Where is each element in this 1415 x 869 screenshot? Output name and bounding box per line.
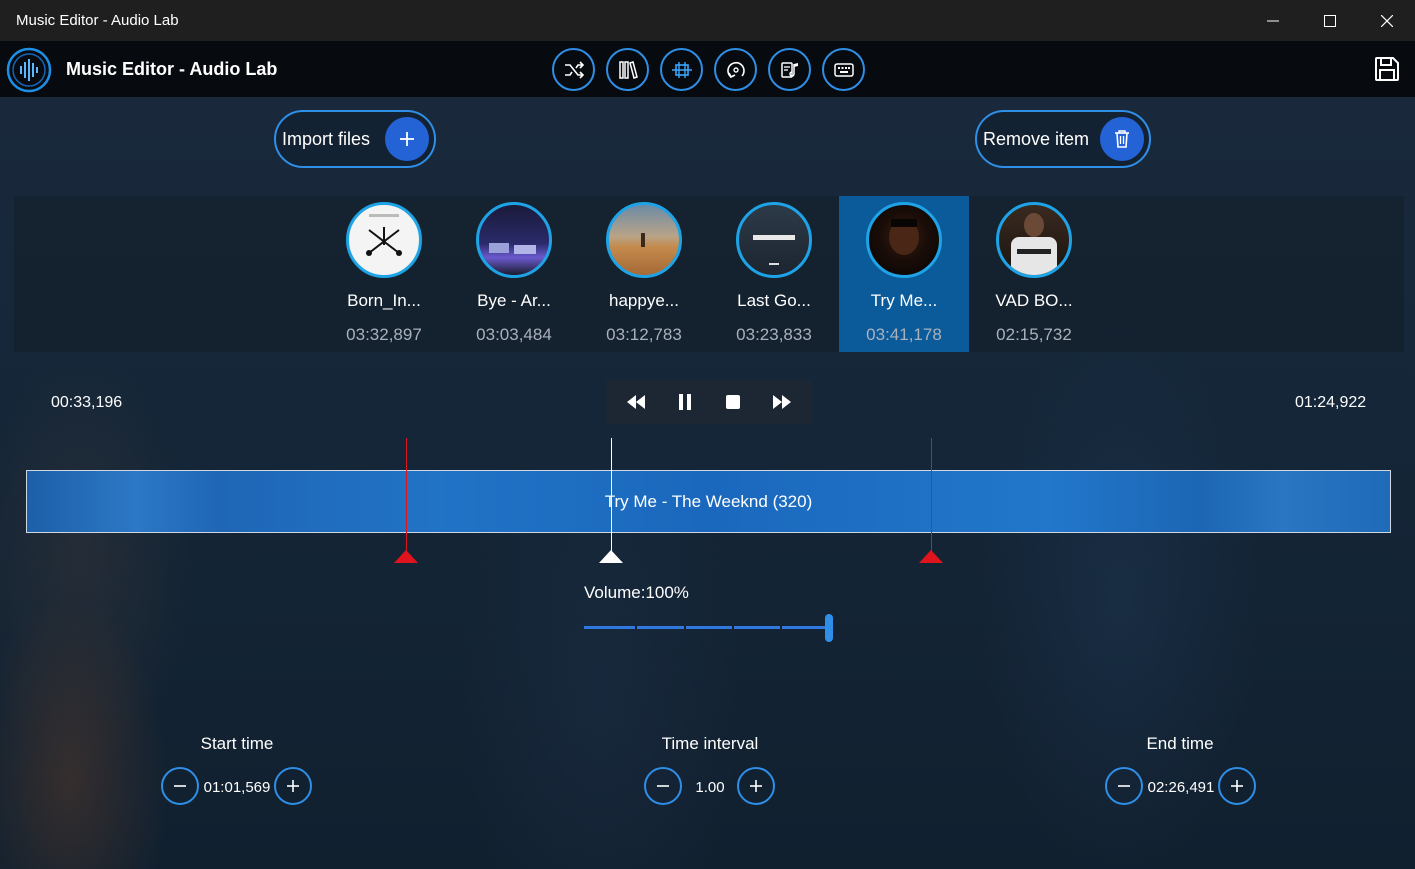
album-cover (996, 202, 1072, 278)
start-marker-line (406, 438, 407, 558)
track-item[interactable]: VAD BO... 02:15,732 (969, 196, 1099, 352)
remaining-time: 01:24,922 (1295, 394, 1367, 411)
minus-icon (174, 785, 186, 787)
start-time-title: Start time (200, 734, 274, 753)
shuffle-button[interactable] (552, 48, 595, 91)
track-duration: 03:23,833 (736, 325, 812, 344)
minimize-button[interactable] (1244, 0, 1301, 41)
track-duration: 03:12,783 (606, 325, 682, 344)
pause-button[interactable] (670, 387, 700, 417)
library-icon (618, 60, 638, 79)
pause-icon (678, 394, 691, 410)
remove-item-button[interactable]: Remove item (975, 110, 1151, 168)
track-item[interactable]: happye... 03:12,783 (579, 196, 709, 352)
import-files-label: Import files (282, 128, 371, 149)
track-name: Born_In... (347, 291, 421, 310)
end-time-value: 02:26,491 (1147, 779, 1215, 796)
track-item[interactable]: Try Me... 03:41,178 (839, 196, 969, 352)
track-duration: 03:03,484 (476, 325, 552, 344)
track-list: Born_In... 03:32,897 Bye - Ar... 03:03,4… (14, 196, 1404, 352)
track-name: Last Go... (737, 291, 811, 310)
start-time-increment-button[interactable] (274, 767, 312, 805)
track-name: VAD BO... (995, 291, 1073, 310)
app-title: Music Editor - Audio Lab (66, 59, 278, 79)
volume-tick (635, 626, 637, 629)
volume-tick (732, 626, 734, 629)
rewind-button[interactable] (621, 387, 651, 417)
maximize-icon (1323, 14, 1336, 27)
trash-icon (1100, 117, 1144, 161)
close-button[interactable] (1358, 0, 1415, 41)
end-time-title: End time (1146, 734, 1214, 753)
track-name: happye... (609, 291, 679, 310)
music-note-button[interactable] (768, 48, 811, 91)
save-icon[interactable] (1373, 55, 1401, 83)
plus-icon (1231, 780, 1243, 792)
music-note-icon (780, 61, 798, 78)
track-item[interactable]: Born_In... 03:32,897 (319, 196, 449, 352)
track-duration: 03:41,178 (866, 325, 942, 344)
album-cover (476, 202, 552, 278)
track-name: Try Me... (870, 291, 938, 310)
transport-controls (606, 380, 812, 424)
fast-forward-button[interactable] (767, 387, 797, 417)
keyboard-button[interactable] (822, 48, 865, 91)
window-titlebar: Music Editor - Audio Lab (0, 0, 1415, 41)
volume-label: Volume:100% (584, 583, 689, 602)
plus-icon (385, 117, 429, 161)
track-duration: 03:32,897 (346, 325, 422, 344)
remove-item-label: Remove item (983, 128, 1090, 149)
track-item[interactable]: Last Go... 03:23,833 (709, 196, 839, 352)
album-cover (606, 202, 682, 278)
track-name: Bye - Ar... (477, 291, 551, 310)
end-marker-handle[interactable] (919, 550, 943, 563)
app-header: Music Editor - Audio Lab (0, 41, 1415, 97)
trim-icon (671, 61, 692, 78)
time-interval-title: Time interval (661, 734, 759, 753)
volume-slider[interactable] (584, 626, 828, 629)
track-duration: 02:15,732 (996, 325, 1072, 344)
stop-button[interactable] (718, 387, 748, 417)
rotate-icon (726, 61, 745, 78)
app-logo-icon (6, 47, 52, 93)
plus-icon (287, 780, 299, 792)
stop-icon (726, 395, 741, 409)
window-title: Music Editor - Audio Lab (16, 12, 179, 29)
timeline-track[interactable]: Try Me - The Weeknd (320) (26, 470, 1391, 533)
minus-icon (1118, 785, 1130, 787)
fast-forward-icon (772, 395, 791, 409)
minimize-icon (1266, 20, 1279, 21)
current-time: 00:33,196 (51, 394, 123, 411)
end-time-increment-button[interactable] (1218, 767, 1256, 805)
volume-slider-thumb[interactable] (825, 614, 833, 642)
library-button[interactable] (606, 48, 649, 91)
album-cover (346, 202, 422, 278)
end-marker-line (931, 438, 932, 558)
volume-tick (684, 626, 686, 629)
rewind-icon (627, 395, 646, 409)
rotate-button[interactable] (714, 48, 757, 91)
trim-button[interactable] (660, 48, 703, 91)
import-files-button[interactable]: Import files (274, 110, 436, 168)
timeline-track-label: Try Me - The Weeknd (320) (604, 491, 813, 511)
album-cover (866, 202, 942, 278)
close-icon (1380, 14, 1393, 27)
shuffle-icon (564, 60, 584, 79)
album-cover (736, 202, 812, 278)
keyboard-icon (833, 62, 854, 77)
maximize-button[interactable] (1301, 0, 1358, 41)
track-item[interactable]: Bye - Ar... 03:03,484 (449, 196, 579, 352)
plus-icon (750, 780, 762, 792)
start-time-value: 01:01,569 (203, 779, 271, 796)
start-marker-handle[interactable] (394, 550, 418, 563)
playhead-line (611, 438, 612, 558)
time-interval-increment-button[interactable] (737, 767, 775, 805)
playhead-handle[interactable] (599, 550, 623, 563)
volume-tick (780, 626, 782, 629)
